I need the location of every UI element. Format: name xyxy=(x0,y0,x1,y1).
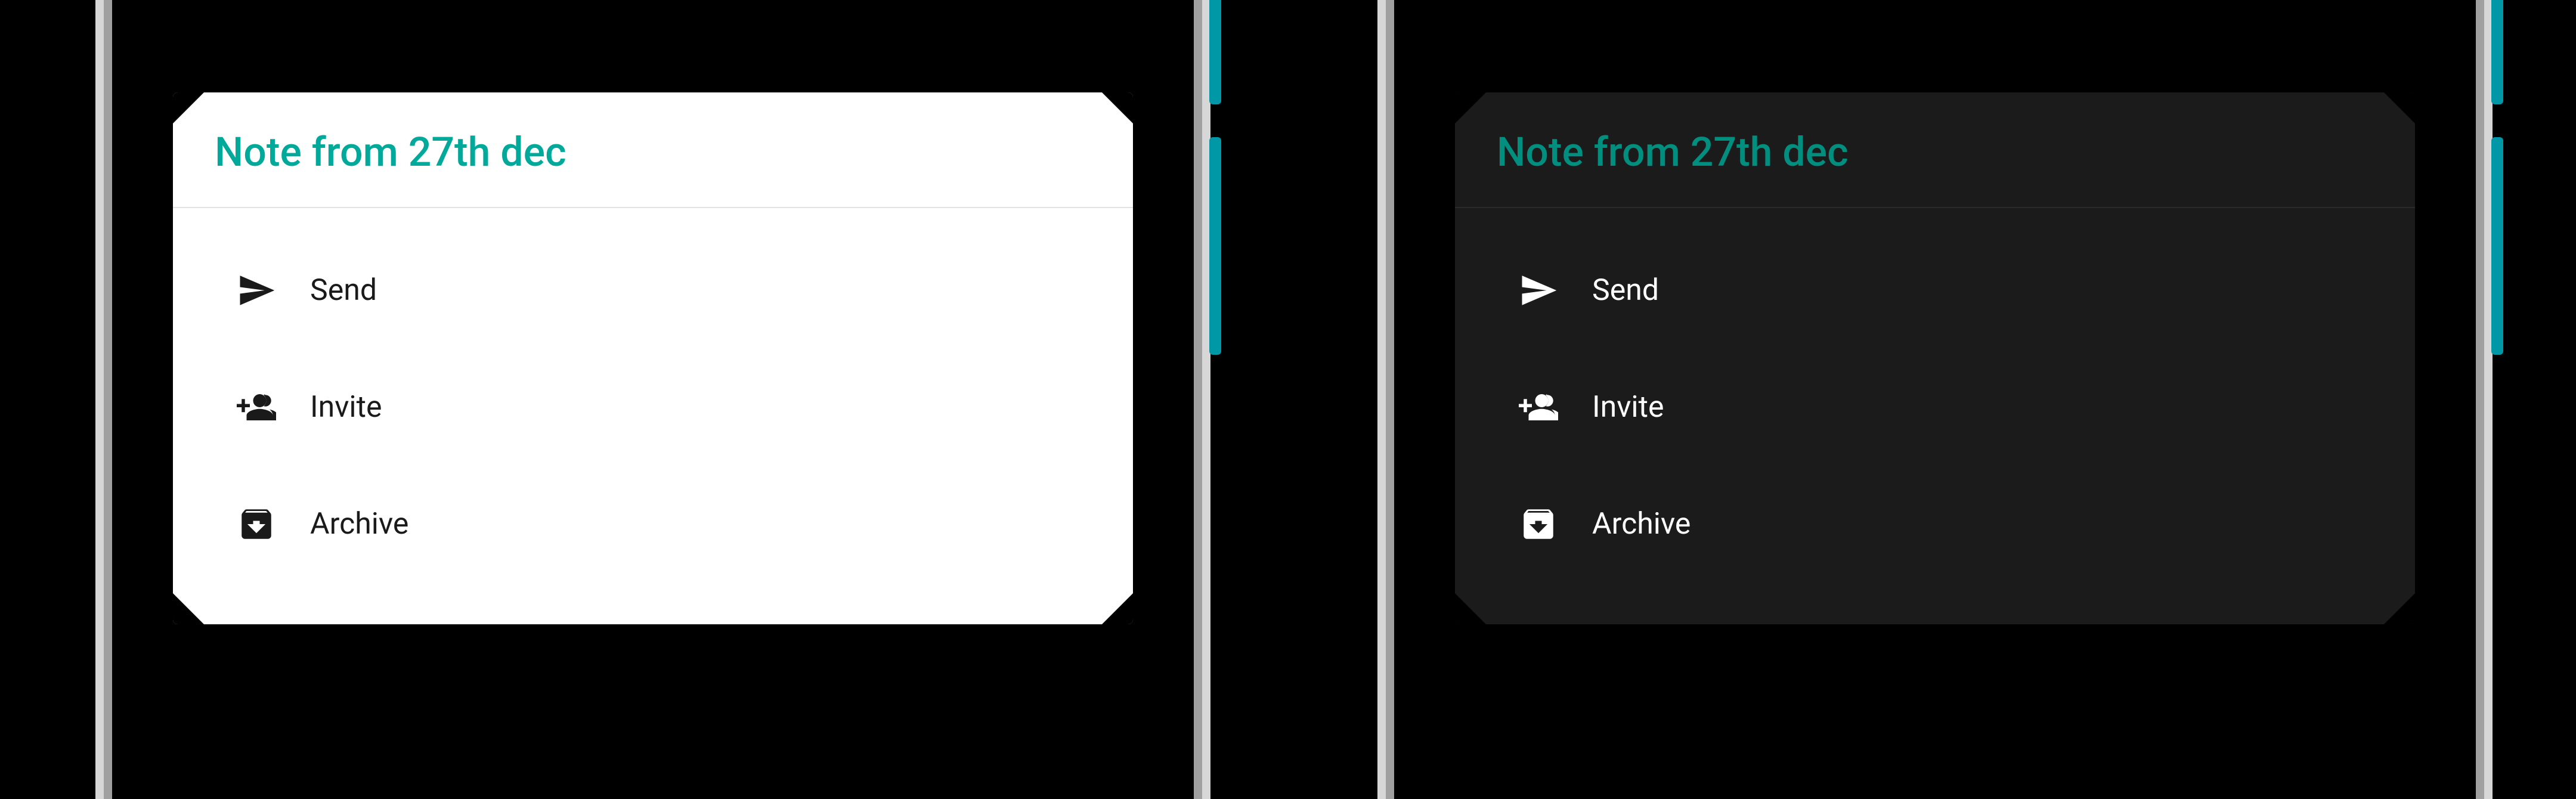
menu-list: Send Invite Archive xyxy=(173,208,1133,624)
menu-item-label: Send xyxy=(310,273,377,308)
send-icon xyxy=(1485,271,1592,310)
archive-icon xyxy=(1485,504,1592,544)
menu-item-archive[interactable]: Archive xyxy=(1455,466,2415,583)
menu-item-label: Invite xyxy=(310,390,382,425)
menu-item-send[interactable]: Send xyxy=(1455,232,2415,349)
menu-item-invite[interactable]: Invite xyxy=(173,349,1133,466)
power-button[interactable] xyxy=(2491,0,2503,104)
group-add-icon xyxy=(1485,388,1592,427)
card-title: Note from 27th dec xyxy=(1455,92,2415,208)
send-icon xyxy=(203,271,310,310)
card-title: Note from 27th dec xyxy=(173,92,1133,208)
action-card: Note from 27th dec Send Invite Archive xyxy=(173,92,1133,624)
archive-icon xyxy=(203,504,310,544)
menu-item-label: Archive xyxy=(1592,507,1690,541)
action-card: Note from 27th dec Send Invite Archive xyxy=(1455,92,2415,624)
menu-item-invite[interactable]: Invite xyxy=(1455,349,2415,466)
menu-item-label: Invite xyxy=(1592,390,1664,425)
volume-button[interactable] xyxy=(1209,137,1221,355)
group-add-icon xyxy=(203,388,310,427)
menu-item-archive[interactable]: Archive xyxy=(173,466,1133,583)
menu-item-send[interactable]: Send xyxy=(173,232,1133,349)
menu-item-label: Archive xyxy=(310,507,408,541)
menu-item-label: Send xyxy=(1592,273,1659,308)
volume-button[interactable] xyxy=(2491,137,2503,355)
power-button[interactable] xyxy=(1209,0,1221,104)
phone-frame-light: Note from 27th dec Send Invite Archive xyxy=(95,0,1210,799)
phone-frame-dark: Note from 27th dec Send Invite Archive xyxy=(1377,0,2493,799)
menu-list: Send Invite Archive xyxy=(1455,208,2415,624)
